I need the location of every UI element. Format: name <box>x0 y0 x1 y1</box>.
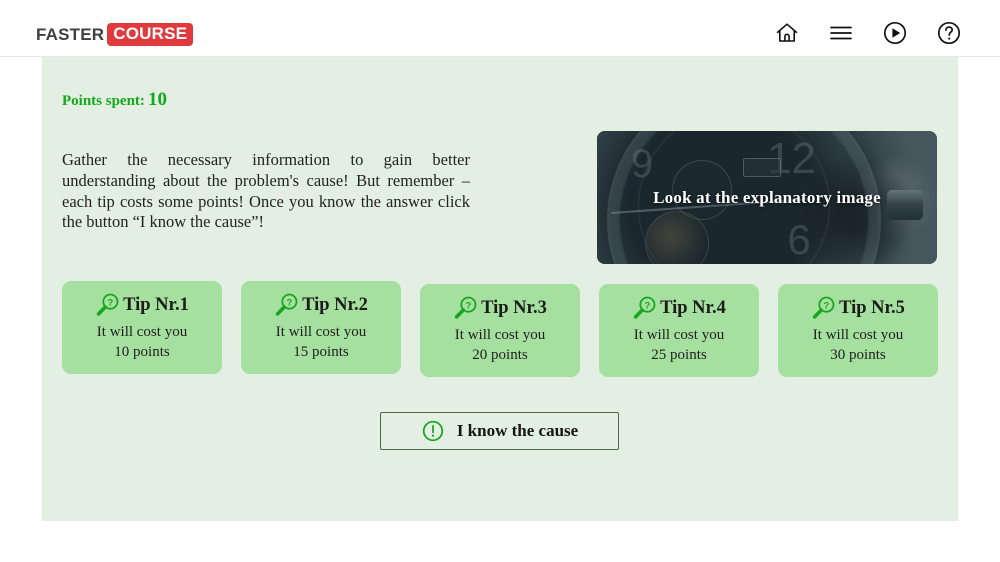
instruction-text: Gather the necessary information to gain… <box>62 150 470 232</box>
play-icon[interactable] <box>882 20 908 46</box>
tip-card-header: ? Tip Nr.5 <box>778 293 938 323</box>
tip-cost-line2: 30 points <box>830 347 886 363</box>
tip-cost-line1: It will cost you <box>633 327 725 343</box>
points-spent: Points spent: 10 <box>62 89 167 111</box>
logo-text-course: COURSE <box>107 23 194 46</box>
tip-card-header: ? Tip Nr.2 <box>241 290 401 320</box>
magnifier-question-icon: ? <box>95 292 121 318</box>
tip-card-cost: It will cost you 25 points <box>599 325 759 365</box>
home-icon[interactable] <box>774 20 800 46</box>
app-header: FASTER COURSE <box>0 0 1000 57</box>
tip-card-title: Tip Nr.1 <box>123 294 189 315</box>
tip-cost-line1: It will cost you <box>275 324 367 340</box>
tip-cost-line2: 10 points <box>114 344 170 360</box>
exclamation-circle-icon <box>421 419 445 443</box>
tip-card-header: ? Tip Nr.1 <box>62 290 222 320</box>
tip-card-cost: It will cost you 10 points <box>62 322 222 362</box>
tip-card-title: Tip Nr.5 <box>839 297 905 318</box>
magnifier-question-icon: ? <box>453 295 479 321</box>
brand-logo: FASTER COURSE <box>36 23 194 46</box>
i-know-the-cause-label: I know the cause <box>456 421 579 440</box>
tip-card-cost: It will cost you 15 points <box>241 322 401 362</box>
tip-card[interactable]: ? Tip Nr.4 It will cost you 25 points <box>599 284 759 377</box>
svg-text:?: ? <box>645 301 651 312</box>
tip-card-header: ? Tip Nr.4 <box>599 293 759 323</box>
tip-cost-line2: 15 points <box>293 344 349 360</box>
logo-text-faster: FASTER <box>36 24 105 44</box>
tip-card[interactable]: ? Tip Nr.3 It will cost you 20 points <box>420 284 580 377</box>
points-spent-label: Points spent: <box>62 93 145 109</box>
tip-card[interactable]: ? Tip Nr.5 It will cost you 30 points <box>778 284 938 377</box>
tip-cost-line1: It will cost you <box>812 327 904 343</box>
tip-card-cost: It will cost you 20 points <box>420 325 580 365</box>
header-icon-bar <box>774 20 962 46</box>
tip-card-title: Tip Nr.2 <box>302 294 368 315</box>
tip-cost-line1: It will cost you <box>454 327 546 343</box>
tip-card-title: Tip Nr.4 <box>660 297 726 318</box>
svg-text:?: ? <box>287 298 293 309</box>
svg-text:?: ? <box>466 301 472 312</box>
tip-card[interactable]: ? Tip Nr.2 It will cost you 15 points <box>241 281 401 374</box>
tip-cost-line2: 20 points <box>472 347 528 363</box>
tip-card-cost: It will cost you 30 points <box>778 325 938 365</box>
tip-cost-line2: 25 points <box>651 347 707 363</box>
tip-card-header: ? Tip Nr.3 <box>420 293 580 323</box>
magnifier-question-icon: ? <box>274 292 300 318</box>
points-spent-value: 10 <box>147 89 167 110</box>
i-know-the-cause-button[interactable]: I know the cause <box>380 412 619 450</box>
explanatory-image[interactable]: 12 9 6 Look at the explanatory image <box>597 131 937 264</box>
svg-text:?: ? <box>824 301 830 312</box>
magnifier-question-icon: ? <box>811 295 837 321</box>
tip-card-title: Tip Nr.3 <box>481 297 547 318</box>
svg-text:?: ? <box>108 298 114 309</box>
tip-card[interactable]: ? Tip Nr.1 It will cost you 10 points <box>62 281 222 374</box>
tip-cost-line1: It will cost you <box>96 324 188 340</box>
help-icon[interactable] <box>936 20 962 46</box>
main-content-panel: Points spent: 10 Gather the necessary inf… <box>42 57 958 521</box>
explanatory-image-caption: Look at the explanatory image <box>653 187 881 207</box>
magnifier-question-icon: ? <box>632 295 658 321</box>
menu-icon[interactable] <box>828 20 854 46</box>
